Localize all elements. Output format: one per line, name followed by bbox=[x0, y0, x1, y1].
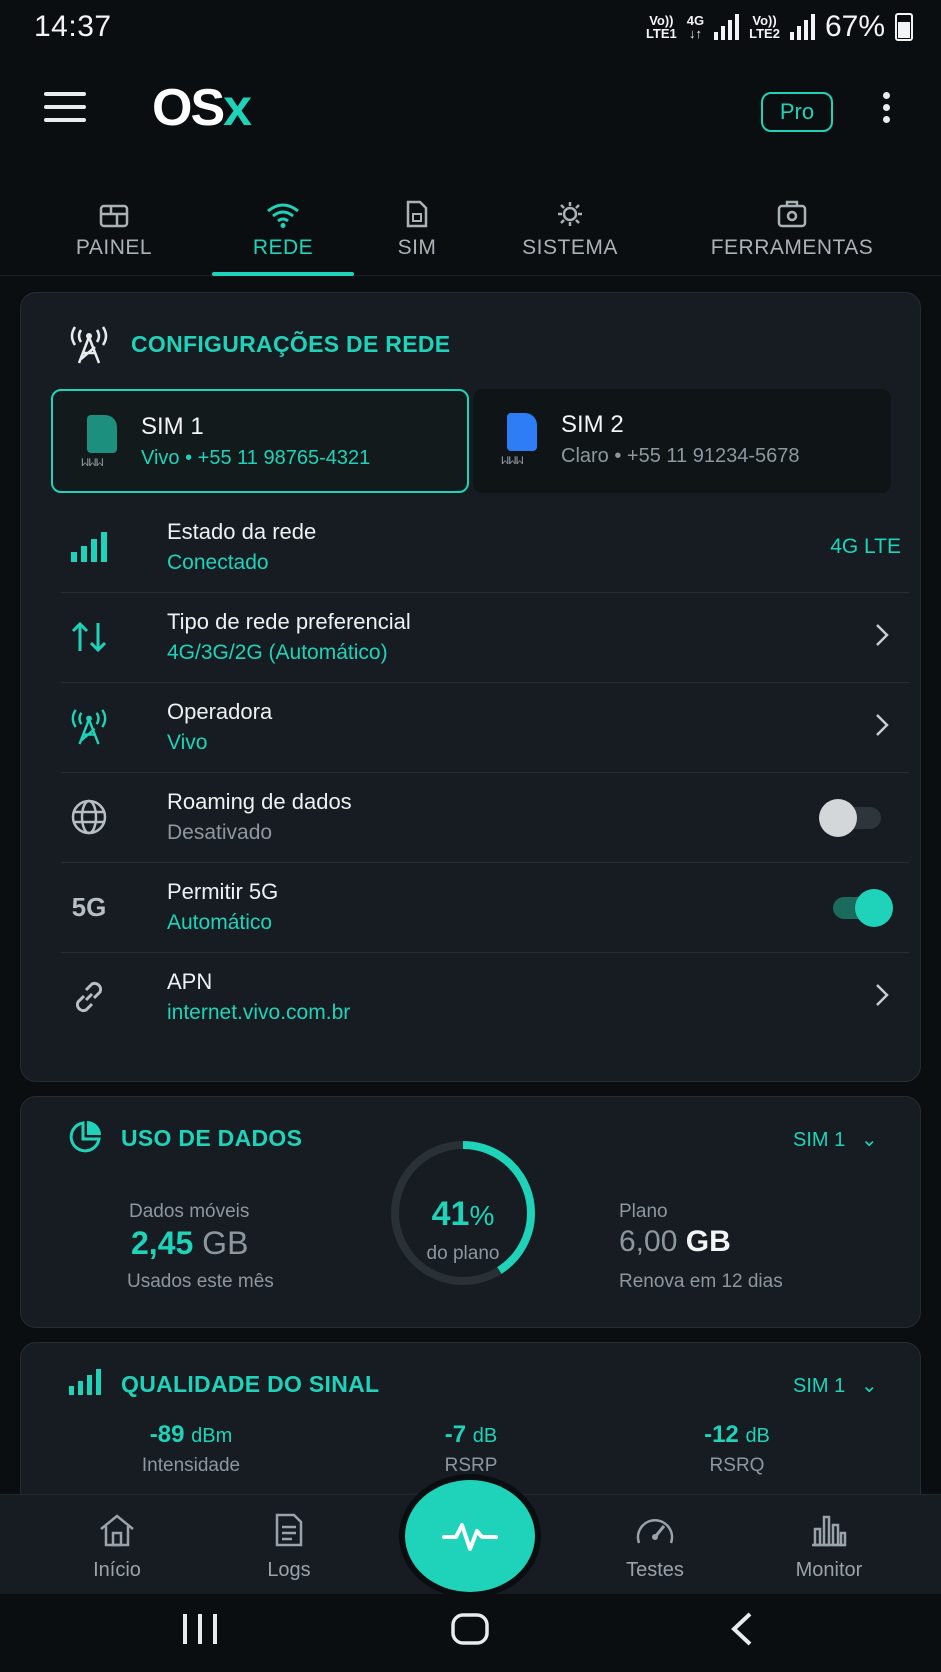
back-icon[interactable] bbox=[728, 1612, 758, 1646]
menu-icon[interactable] bbox=[44, 92, 86, 122]
app-bar: OSx Pro bbox=[0, 60, 941, 160]
chevron-down-icon: ⌄ bbox=[860, 1375, 878, 1397]
chevron-down-icon: ⌄ bbox=[860, 1129, 878, 1151]
sim2-name: SIM 2 bbox=[561, 411, 624, 438]
settings-cog-icon bbox=[558, 202, 582, 226]
apn-row[interactable]: APN internet.vivo.com.br bbox=[61, 953, 909, 1043]
nav-testes[interactable]: Testes bbox=[590, 1513, 720, 1582]
globe-icon bbox=[71, 799, 107, 835]
chevron-right-icon bbox=[876, 714, 889, 736]
network-type-value: 4G LTE bbox=[830, 535, 901, 558]
allow-5g-row: 5G Permitir 5G Automático bbox=[61, 863, 909, 953]
cell-tower-icon bbox=[71, 709, 107, 745]
operator-row[interactable]: Operadora Vivo bbox=[61, 683, 909, 773]
data-usage-title: USO DE DADOS bbox=[121, 1125, 303, 1151]
monitor-fab[interactable] bbox=[405, 1480, 535, 1592]
carrier-logo: ᥕᥕᥕ bbox=[501, 451, 524, 467]
sim1-volte-indicator: Vo)) LTE1 bbox=[645, 13, 677, 41]
usage-percent: 41% bbox=[431, 1195, 495, 1233]
sim1-carrier: Vivo • +55 11 98765-4321 bbox=[141, 447, 371, 469]
data-roaming-row: Roaming de dados Desativado bbox=[61, 773, 909, 863]
preferred-network-row[interactable]: Tipo de rede preferencial 4G/3G/2G (Auto… bbox=[61, 593, 909, 683]
sim2-carrier: Claro • +55 11 91234-5678 bbox=[561, 445, 800, 467]
plan-value: 6,00 GB bbox=[619, 1225, 731, 1258]
tab-ferramentas[interactable]: FERRAMENTAS bbox=[700, 190, 884, 276]
network-settings-card: CONFIGURAÇÕES DE REDE ᥕᥕᥕ SIM 1 Vivo • +… bbox=[20, 292, 921, 1082]
more-vert-icon[interactable] bbox=[880, 92, 892, 132]
pulse-icon bbox=[442, 1523, 498, 1551]
data-usage-sim-selector[interactable]: SIM 1 ⌄ bbox=[793, 1127, 878, 1152]
sim-card-icon bbox=[507, 413, 537, 451]
status-time: 14:37 bbox=[34, 10, 112, 43]
sim1-signal-icon bbox=[714, 14, 740, 40]
tab-rede[interactable]: REDE bbox=[212, 190, 354, 276]
signal-quality-title: QUALIDADE DO SINAL bbox=[121, 1371, 380, 1397]
chevron-right-icon bbox=[876, 984, 889, 1006]
speedometer-icon bbox=[636, 1519, 674, 1544]
wifi-icon bbox=[267, 203, 299, 228]
5g-icon: 5G bbox=[71, 891, 107, 922]
system-nav-bar bbox=[0, 1594, 941, 1672]
allow-5g-toggle[interactable] bbox=[827, 889, 893, 927]
signal-metric-rsrq: -12 dB RSRQ bbox=[704, 1421, 770, 1476]
nav-logs[interactable]: Logs bbox=[224, 1513, 354, 1582]
nav-inicio[interactable]: Início bbox=[52, 1513, 182, 1582]
sim2-volte-indicator: Vo)) LTE2 bbox=[749, 13, 780, 41]
tools-icon bbox=[777, 200, 807, 228]
used-data-value: 2,45 GB bbox=[131, 1225, 249, 1261]
home-icon bbox=[100, 1514, 134, 1547]
pro-button[interactable]: Pro bbox=[761, 92, 833, 132]
link-icon bbox=[75, 981, 103, 1013]
sim-card-icon bbox=[406, 200, 428, 228]
battery-percent: 67% bbox=[824, 10, 885, 43]
carrier-logo: ᥕᥕᥕ bbox=[81, 453, 104, 469]
pie-chart-icon bbox=[69, 1121, 101, 1153]
tab-sistema[interactable]: SISTEMA bbox=[510, 190, 630, 276]
net-type-indicator: 4G ↓↑ bbox=[686, 13, 705, 41]
sim1-name: SIM 1 bbox=[141, 413, 204, 440]
recent-apps-icon[interactable] bbox=[180, 1612, 220, 1646]
network-settings-title: CONFIGURAÇÕES DE REDE bbox=[131, 331, 451, 357]
sim2-tile[interactable]: ᥕᥕᥕ SIM 2 Claro • +55 11 91234-5678 bbox=[473, 389, 891, 493]
dashboard-icon bbox=[99, 204, 129, 228]
sim2-signal-icon bbox=[789, 14, 815, 40]
signal-sim-selector[interactable]: SIM 1 ⌄ bbox=[793, 1373, 878, 1398]
app-logo: OSx bbox=[152, 79, 252, 137]
roaming-toggle[interactable] bbox=[819, 799, 885, 837]
swap-vert-icon bbox=[71, 621, 107, 653]
sim1-tile[interactable]: ᥕᥕᥕ SIM 1 Vivo • +55 11 98765-4321 bbox=[51, 389, 469, 493]
tab-painel[interactable]: PAINEL bbox=[58, 190, 170, 276]
signal-bars-icon bbox=[71, 532, 107, 562]
data-usage-card: USO DE DADOS SIM 1 ⌄ Dados móveis 2,45 G… bbox=[20, 1096, 921, 1328]
battery-icon bbox=[895, 13, 913, 41]
home-button-icon[interactable] bbox=[450, 1612, 490, 1646]
signal-bars-icon bbox=[69, 1369, 101, 1395]
status-icons: Vo)) LTE1 4G ↓↑ Vo)) LTE2 67% bbox=[646, 10, 913, 44]
chevron-right-icon bbox=[876, 624, 889, 646]
tab-sim[interactable]: SIM bbox=[382, 190, 452, 276]
network-state-row[interactable]: Estado da rede Conectado 4G LTE bbox=[61, 503, 909, 593]
sim-card-icon bbox=[87, 415, 117, 453]
signal-metric-intensity: -89 dBm Intensidade bbox=[141, 1421, 241, 1476]
cell-tower-icon bbox=[70, 326, 108, 364]
status-bar: 14:37 Vo)) LTE1 4G ↓↑ Vo)) LTE2 67% bbox=[0, 0, 941, 56]
document-icon bbox=[275, 1513, 303, 1547]
tab-active-indicator bbox=[212, 272, 354, 276]
nav-monitor[interactable]: Monitor bbox=[764, 1513, 894, 1582]
signal-metric-rsrp: -7 dB RSRP bbox=[444, 1421, 498, 1476]
tab-bar: PAINEL REDE SIM SISTEMA FERRAMENTAS bbox=[0, 190, 941, 276]
bar-chart-icon bbox=[812, 1515, 847, 1547]
